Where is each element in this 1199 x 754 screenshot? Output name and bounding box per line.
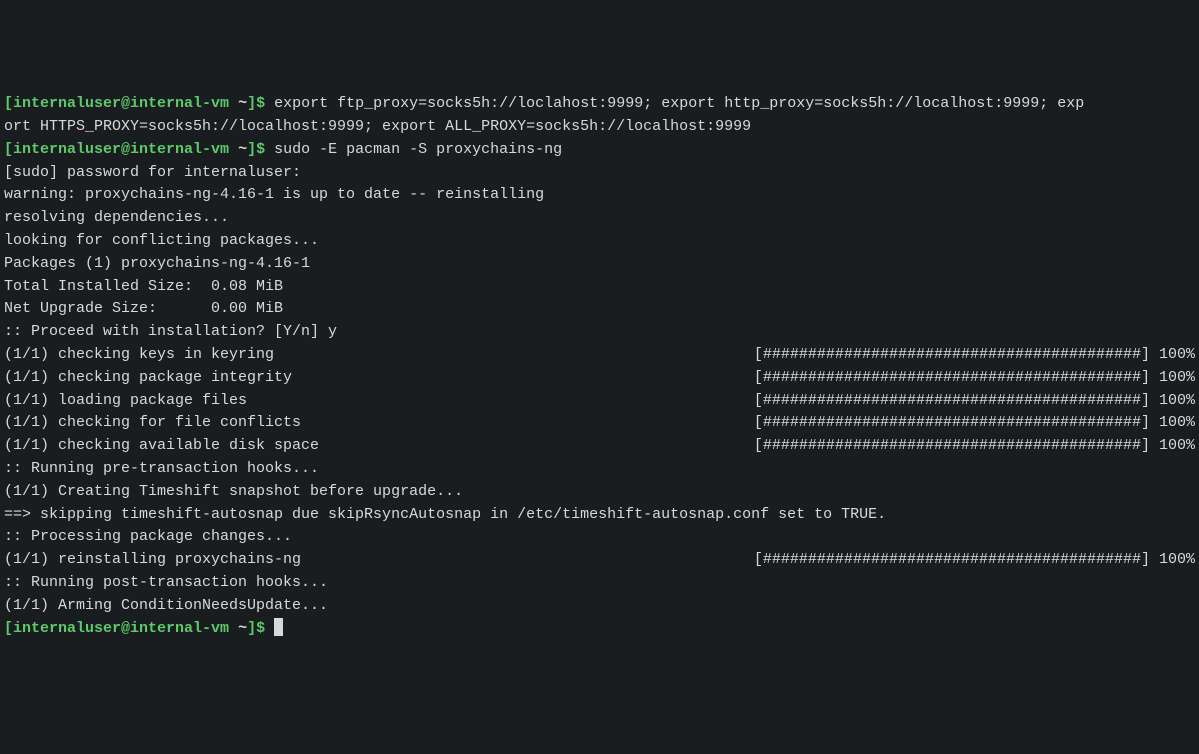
prompt-line-final: [internaluser@internal-vm ~]$ <box>4 618 1195 641</box>
output-line: resolving dependencies... <box>4 207 1195 230</box>
output-line: (1/1) Arming ConditionNeedsUpdate... <box>4 595 1195 618</box>
progress-line: (1/1) reinstalling proxychains-ng[######… <box>4 549 1195 572</box>
output-line: :: Running pre-transaction hooks... <box>4 458 1195 481</box>
prompt-line-1: [internaluser@internal-vm ~]$ export ftp… <box>4 93 1195 116</box>
output-line: (1/1) Creating Timeshift snapshot before… <box>4 481 1195 504</box>
output-line: :: Processing package changes... <box>4 526 1195 549</box>
progress-line: (1/1) checking package integrity[#######… <box>4 367 1195 390</box>
command-1: export ftp_proxy=socks5h://loclahost:999… <box>274 95 1084 112</box>
command-continuation: ort HTTPS_PROXY=socks5h://localhost:9999… <box>4 116 1195 139</box>
progress-line: (1/1) checking for file conflicts[######… <box>4 412 1195 435</box>
output-line: Packages (1) proxychains-ng-4.16-1 <box>4 253 1195 276</box>
output-line: ==> skipping timeshift-autosnap due skip… <box>4 504 1195 527</box>
command-2: sudo -E pacman -S proxychains-ng <box>274 141 562 158</box>
progress-line: (1/1) checking keys in keyring[#########… <box>4 344 1195 367</box>
output-line: :: Proceed with installation? [Y/n] y <box>4 321 1195 344</box>
progress-line: (1/1) loading package files[############… <box>4 390 1195 413</box>
output-line: looking for conflicting packages... <box>4 230 1195 253</box>
progress-line: (1/1) checking available disk space[####… <box>4 435 1195 458</box>
output-line: Net Upgrade Size: 0.00 MiB <box>4 298 1195 321</box>
prompt-line-2: [internaluser@internal-vm ~]$ sudo -E pa… <box>4 139 1195 162</box>
output-line: Total Installed Size: 0.08 MiB <box>4 276 1195 299</box>
output-line: [sudo] password for internaluser: <box>4 162 1195 185</box>
output-line: :: Running post-transaction hooks... <box>4 572 1195 595</box>
output-line: warning: proxychains-ng-4.16-1 is up to … <box>4 184 1195 207</box>
terminal-output[interactable]: [internaluser@internal-vm ~]$ export ftp… <box>4 93 1195 640</box>
